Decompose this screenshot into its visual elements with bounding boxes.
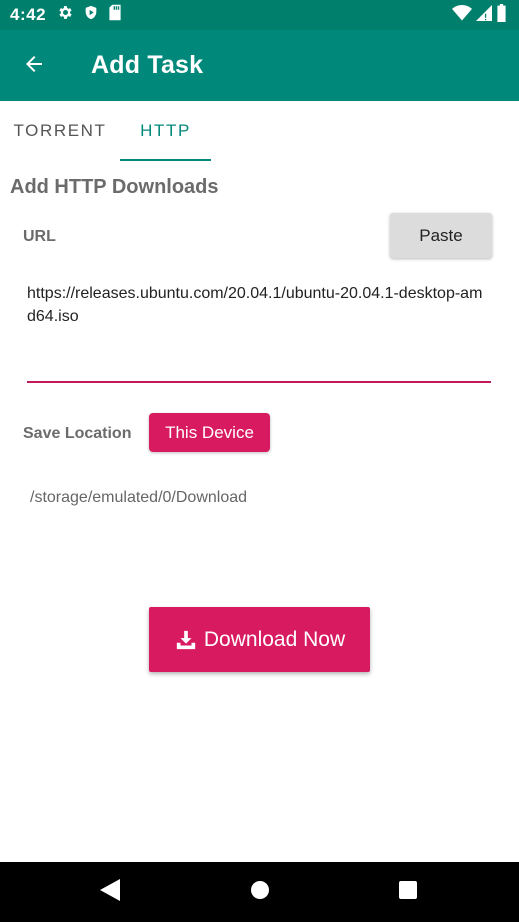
save-path: /storage/emulated/0/Download — [30, 489, 248, 506]
url-input-underline — [27, 381, 491, 383]
battery-icon — [496, 3, 507, 27]
signal-icon — [476, 4, 492, 26]
nav-recents-icon — [399, 880, 417, 904]
wifi-icon — [452, 4, 472, 26]
url-label: URL — [23, 228, 56, 245]
download-now-label: Download Now — [203, 627, 346, 651]
tab-http[interactable]: HTTP — [120, 101, 211, 161]
add-task-screen: 4:42 Add Task TORRENT HTTP Add HTTP Down… — [0, 0, 519, 922]
paste-button[interactable]: Paste — [390, 213, 492, 258]
nav-home-button[interactable] — [245, 877, 275, 907]
nav-recents-button[interactable] — [393, 877, 423, 907]
section-title: Add HTTP Downloads — [10, 176, 219, 198]
status-icons-left — [57, 4, 122, 26]
app-bar: Add Task — [0, 30, 519, 101]
status-bar: 4:42 — [0, 0, 519, 30]
page-title: Add Task — [91, 51, 204, 79]
status-time: 4:42 — [10, 5, 47, 24]
tab-torrent[interactable]: TORRENT — [0, 101, 120, 161]
nav-home-icon — [250, 880, 270, 905]
status-icons-right — [452, 3, 507, 27]
nav-back-button[interactable] — [95, 877, 125, 907]
gear-icon — [57, 4, 74, 26]
download-icon — [174, 628, 198, 652]
tab-indicator — [120, 159, 211, 161]
tab-bar: TORRENT HTTP — [0, 101, 519, 161]
back-button[interactable] — [14, 48, 54, 84]
download-now-button[interactable]: Download Now — [149, 607, 370, 672]
shield-icon — [83, 4, 99, 26]
navigation-bar — [0, 862, 519, 922]
this-device-button[interactable]: This Device — [149, 413, 270, 452]
url-input[interactable]: https://releases.ubuntu.com/20.04.1/ubun… — [27, 282, 491, 382]
sd-card-icon — [108, 4, 122, 26]
arrow-back-icon — [22, 52, 46, 81]
save-location-label: Save Location — [23, 425, 132, 442]
nav-back-icon — [100, 878, 120, 906]
